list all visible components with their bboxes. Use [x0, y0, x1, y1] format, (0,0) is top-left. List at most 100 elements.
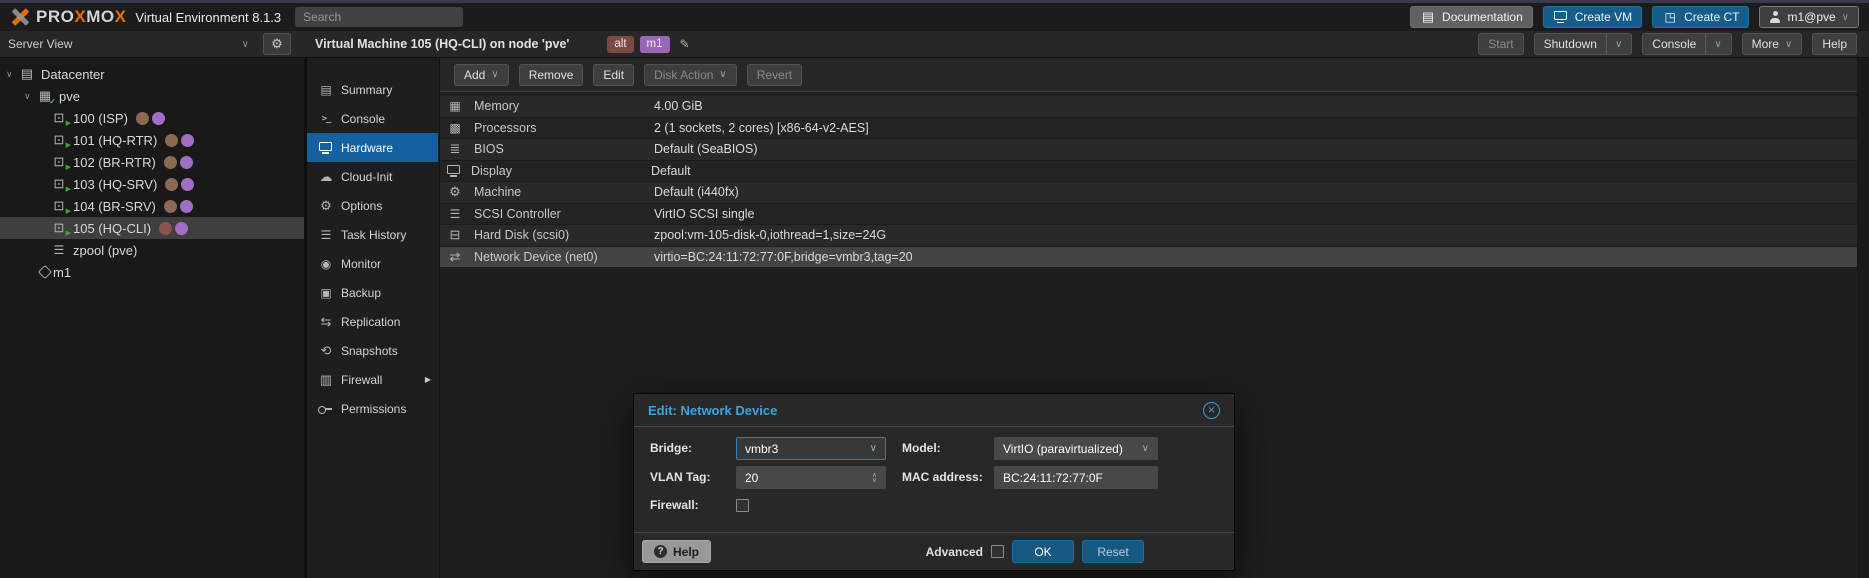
hardware-toolbar-button[interactable]: Edit	[593, 64, 634, 86]
tree-item-label: 103 (HQ-SRV)	[73, 177, 157, 192]
close-icon[interactable]	[1203, 402, 1220, 419]
vlan-tag-label: VLAN Tag:	[650, 466, 710, 489]
vm-nav-item[interactable]: Replication	[307, 307, 438, 336]
spinner-arrows-icon[interactable]	[872, 473, 877, 483]
tree-item[interactable]: 100 (ISP)	[0, 107, 304, 129]
tree-item[interactable]: m1	[0, 261, 304, 283]
tree-item-icon	[51, 111, 67, 125]
mac-address-field[interactable]: BC:24:11:72:77:0F	[994, 466, 1158, 489]
tree-item-label: 105 (HQ-CLI)	[73, 221, 151, 236]
documentation-button[interactable]: Documentation	[1410, 6, 1533, 28]
hardware-toolbar-button[interactable]: Revert	[747, 64, 802, 86]
firewall-checkbox[interactable]	[736, 499, 749, 512]
tree-item[interactable]: ∨ pve	[0, 85, 304, 107]
ok-button[interactable]: OK	[1012, 540, 1074, 563]
tag-color-dot	[136, 112, 149, 125]
hardware-row-icon	[447, 207, 463, 221]
header-actions: Documentation Create VM Create CT m1@pve…	[1410, 6, 1859, 28]
advanced-checkbox[interactable]	[991, 545, 1004, 558]
dialog-header[interactable]: Edit: Network Device	[634, 394, 1234, 427]
nav-item-label: Task History	[341, 228, 406, 242]
tree-item[interactable]: 101 (HQ-RTR)	[0, 129, 304, 151]
hardware-row[interactable]: Machine Default (i440fx)	[440, 182, 1857, 204]
nav-item-icon	[318, 315, 334, 329]
secondary-bar: Server View ∨ Virtual Machine 105 (HQ-CL…	[0, 31, 1869, 58]
tree-settings-button[interactable]	[263, 33, 291, 55]
tree-expander-icon[interactable]: ∨	[24, 91, 37, 102]
create-vm-button[interactable]: Create VM	[1543, 6, 1642, 28]
nav-item-icon	[318, 344, 334, 358]
vm-nav-item[interactable]: Monitor	[307, 249, 438, 278]
hardware-row-label: Display	[471, 164, 651, 178]
vm-action-button[interactable]: Start	[1478, 33, 1523, 55]
tree-item-label: 102 (BR-RTR)	[73, 155, 156, 170]
book-icon	[1420, 10, 1436, 24]
nav-item-label: Cloud-Init	[341, 170, 392, 184]
hardware-row-label: BIOS	[474, 142, 654, 156]
hardware-toolbar-button[interactable]: Disk Action ∨	[644, 64, 737, 86]
tree-expander-icon[interactable]: ∨	[6, 69, 19, 80]
tree-item-icon	[51, 155, 67, 169]
vm-nav-item[interactable]: Permissions	[307, 394, 438, 423]
edit-tags-icon[interactable]	[677, 37, 693, 51]
hardware-row[interactable]: Display Default	[440, 161, 1857, 183]
user-menu-button[interactable]: m1@pve ∨	[1759, 6, 1859, 28]
tree-item[interactable]: 104 (BR-SRV)	[0, 195, 304, 217]
user-icon	[1769, 11, 1781, 23]
button-label: Help	[1822, 37, 1847, 51]
tree-item[interactable]: ∨ Datacenter	[0, 63, 304, 85]
chevron-down-icon: ∨	[1785, 39, 1792, 50]
nav-item-icon	[318, 83, 334, 97]
bridge-combobox[interactable]: vmbr3 ∨	[736, 437, 886, 460]
nav-item-label: Options	[341, 199, 382, 213]
chevron-down-icon[interactable]: ∨	[1142, 443, 1149, 454]
hardware-row[interactable]: Processors 2 (1 sockets, 2 cores) [x86-6…	[440, 118, 1857, 140]
vm-nav-item[interactable]: Cloud-Init	[307, 162, 438, 191]
vm-nav-item[interactable]: Task History	[307, 220, 438, 249]
search-input[interactable]	[295, 7, 463, 27]
view-selector-combobox[interactable]: Server View ∨	[0, 31, 257, 57]
tree-item-label: m1	[53, 265, 71, 280]
tree-item-label: Datacenter	[41, 67, 105, 82]
reset-button[interactable]: Reset	[1082, 540, 1144, 563]
tree-item-icon	[51, 243, 67, 257]
vm-nav-item[interactable]: Backup	[307, 278, 438, 307]
model-combobox[interactable]: VirtIO (paravirtualized) ∨	[994, 437, 1158, 460]
hardware-row[interactable]: Memory 4.00 GiB	[440, 96, 1857, 118]
tree-item[interactable]: 102 (BR-RTR)	[0, 151, 304, 173]
vm-action-button[interactable]: Console ∨	[1642, 33, 1731, 55]
tag-color-dot	[181, 134, 194, 147]
vm-nav-item[interactable]: Firewall ▶	[307, 365, 438, 394]
vm-action-button[interactable]: Help	[1812, 33, 1857, 55]
tree-item-icon	[51, 199, 67, 213]
vm-nav-item[interactable]: Snapshots	[307, 336, 438, 365]
chevron-down-icon[interactable]: ∨	[870, 443, 877, 454]
hardware-row[interactable]: SCSI Controller VirtIO SCSI single	[440, 204, 1857, 226]
vm-nav-item[interactable]: Options	[307, 191, 438, 220]
hardware-row[interactable]: Hard Disk (scsi0) zpool:vm-105-disk-0,io…	[440, 225, 1857, 247]
vm-action-button[interactable]: Shutdown ∨	[1534, 33, 1633, 55]
nav-item-icon	[319, 142, 332, 151]
tree-item[interactable]: 103 (HQ-SRV)	[0, 173, 304, 195]
hardware-row[interactable]: Network Device (net0) virtio=BC:24:11:72…	[440, 247, 1857, 269]
scrollbar-gutter[interactable]	[1857, 58, 1869, 578]
tree-item-icon	[37, 89, 53, 103]
hardware-toolbar-button[interactable]: Remove	[519, 64, 584, 86]
help-button[interactable]: Help	[642, 540, 711, 563]
nav-item-label: Firewall	[341, 373, 382, 387]
tree-item-label: zpool (pve)	[73, 243, 137, 258]
hardware-row-icon	[447, 142, 463, 156]
footer-actions: Advanced OK Reset	[926, 540, 1144, 563]
vlan-tag-spinner[interactable]: 20	[736, 466, 886, 489]
create-ct-button[interactable]: Create CT	[1652, 6, 1749, 28]
tag-color-dot	[152, 112, 165, 125]
hardware-row[interactable]: BIOS Default (SeaBIOS)	[440, 139, 1857, 161]
tree-item-icon	[51, 221, 67, 235]
tree-item[interactable]: zpool (pve)	[0, 239, 304, 261]
vm-nav-item[interactable]: Console	[307, 104, 438, 133]
vm-action-button[interactable]: More ∨	[1742, 33, 1803, 55]
tree-item[interactable]: 105 (HQ-CLI)	[0, 217, 304, 239]
vm-nav-item[interactable]: Summary	[307, 75, 438, 104]
vm-nav-item[interactable]: Hardware	[307, 133, 438, 162]
hardware-toolbar-button[interactable]: Add ∨	[454, 64, 509, 86]
